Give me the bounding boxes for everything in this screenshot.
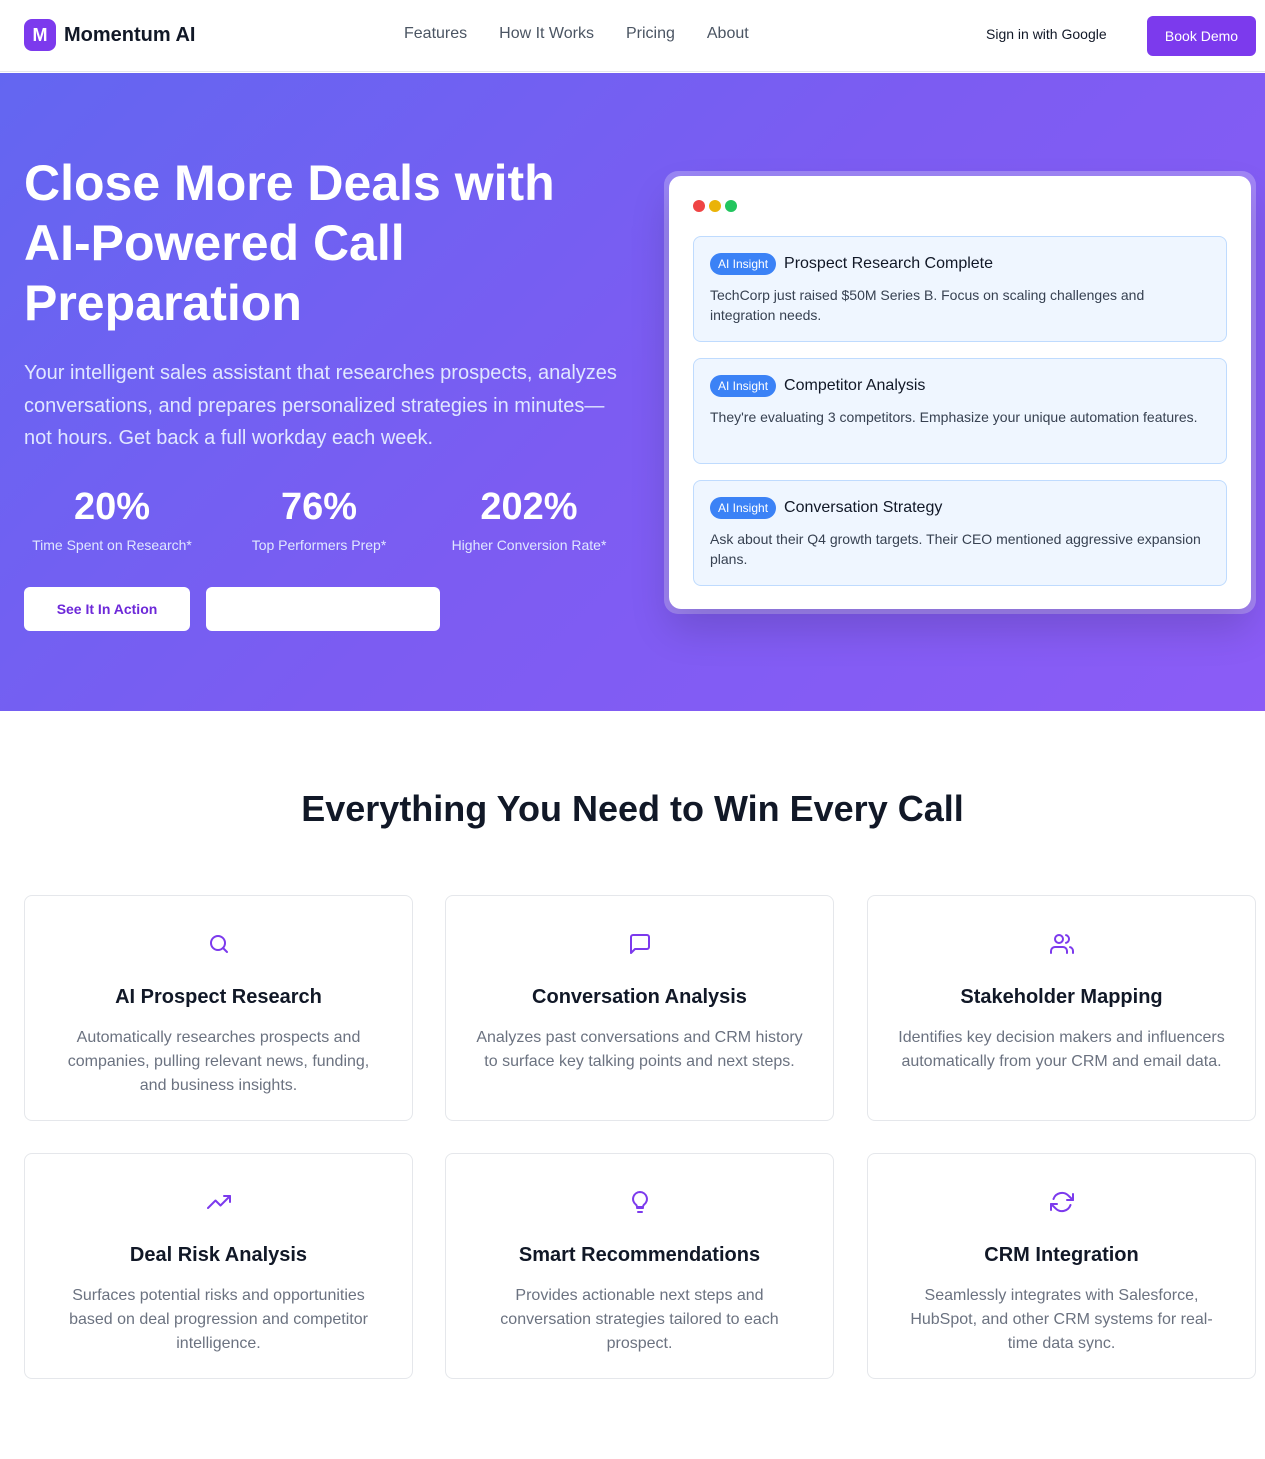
ai-insight-badge: AI Insight [710, 253, 777, 275]
logo-mark: M [24, 19, 56, 51]
feature-card: Smart Recommendations Provides actionabl… [445, 1153, 834, 1379]
insight-card: AI Insight Prospect Research Complete Te… [693, 236, 1227, 342]
feature-title: Stakeholder Mapping [960, 986, 1163, 1008]
app-preview-frame: AI Insight Prospect Research Complete Te… [664, 171, 1256, 614]
nav-link-how-it-works[interactable]: How It Works [499, 25, 594, 43]
stat-research: 20% Time Spent on Research* [24, 485, 200, 553]
nav-link-features[interactable]: Features [404, 25, 467, 43]
stat-label: Time Spent on Research* [32, 537, 192, 553]
feature-card: Deal Risk Analysis Surfaces potential ri… [24, 1153, 413, 1379]
insight-title: Competitor Analysis [784, 377, 926, 394]
insight-body: TechCorp just raised $50M Series B. Focu… [710, 287, 1145, 323]
stat-label: Top Performers Prep* [251, 537, 387, 553]
feature-title: Conversation Analysis [532, 986, 747, 1008]
window-dots [693, 200, 737, 212]
insight-title: Conversation Strategy [784, 499, 943, 516]
app-preview: AI Insight Prospect Research Complete Te… [669, 176, 1251, 609]
stat-label: Higher Conversion Rate* [451, 537, 607, 553]
maximize-dot-icon [725, 200, 737, 212]
lightbulb-icon [631, 1191, 648, 1213]
hero-subtitle: Your intelligent sales assistant that re… [24, 362, 617, 449]
refresh-icon [1049, 1191, 1074, 1213]
features-title: Everything You Need to Win Every Call [301, 788, 964, 829]
feature-title: AI Prospect Research [115, 986, 322, 1008]
brand-name: Momentum AI [64, 23, 196, 46]
trending-up-icon [206, 1195, 231, 1209]
minimize-dot-icon [709, 200, 721, 212]
top-nav: M Momentum AI Features How It Works Pric… [0, 0, 1265, 72]
see-it-in-action-button[interactable]: See It In Action [24, 587, 190, 631]
stat-value: 76% [280, 486, 358, 528]
nav-link-pricing[interactable]: Pricing [626, 25, 675, 43]
insight-body: Ask about their Q4 growth targets. Their… [710, 531, 1201, 567]
hero-title: Close More Deals with AI-Powered Call Pr… [24, 155, 555, 331]
book-demo-button[interactable]: Book Demo [1147, 16, 1256, 56]
ai-insight-badge: AI Insight [710, 375, 777, 397]
stat-value: 202% [480, 486, 578, 528]
insight-title: Prospect Research Complete [784, 255, 994, 272]
hero-section: Close More Deals with AI-Powered Call Pr… [0, 73, 1265, 711]
insight-card: AI Insight Conversation Strategy Ask abo… [693, 480, 1227, 586]
feature-card: Stakeholder Mapping Identifies key decis… [867, 895, 1256, 1121]
feature-description: Seamlessly integrates with Salesforce, H… [910, 1287, 1213, 1352]
nav-link-about[interactable]: About [707, 25, 749, 43]
feature-title: Smart Recommendations [518, 1244, 761, 1266]
ai-insight-badge: AI Insight [710, 497, 777, 519]
stat-conversion: 202% Higher Conversion Rate* [438, 485, 620, 553]
insight-card: AI Insight Competitor Analysis They're e… [693, 358, 1227, 464]
feature-card: Conversation Analysis Analyzes past conv… [445, 895, 834, 1121]
feature-card: CRM Integration Seamlessly integrates wi… [867, 1153, 1256, 1379]
feature-title: CRM Integration [984, 1244, 1139, 1266]
feature-description: Identifies key decision makers and influ… [898, 1029, 1225, 1070]
logo[interactable]: M Momentum AI [24, 19, 195, 51]
users-icon [1049, 934, 1074, 954]
feature-description: Provides actionable next steps and conve… [500, 1287, 779, 1352]
insight-body: They're evaluating 3 competitors. Emphas… [710, 409, 1198, 425]
feature-description: Surfaces potential risks and opportuniti… [69, 1287, 368, 1352]
sign-in-google-link[interactable]: Sign in with Google [986, 26, 1107, 42]
secondary-cta-button[interactable] [206, 587, 440, 631]
stat-top-performers: 76% Top Performers Prep* [200, 485, 438, 553]
feature-title: Deal Risk Analysis [129, 1244, 308, 1266]
feature-description: Analyzes past conversations and CRM hist… [476, 1029, 803, 1070]
hero-stats: 20% Time Spent on Research* 76% Top Perf… [24, 485, 624, 553]
close-dot-icon [693, 200, 705, 212]
search-icon [209, 935, 228, 953]
nav-links: Features How It Works Pricing About [404, 25, 749, 43]
stat-value: 20% [73, 486, 151, 528]
message-icon [629, 934, 650, 954]
feature-description: Automatically researches prospects and c… [67, 1029, 370, 1094]
feature-card: AI Prospect Research Automatically resea… [24, 895, 413, 1121]
